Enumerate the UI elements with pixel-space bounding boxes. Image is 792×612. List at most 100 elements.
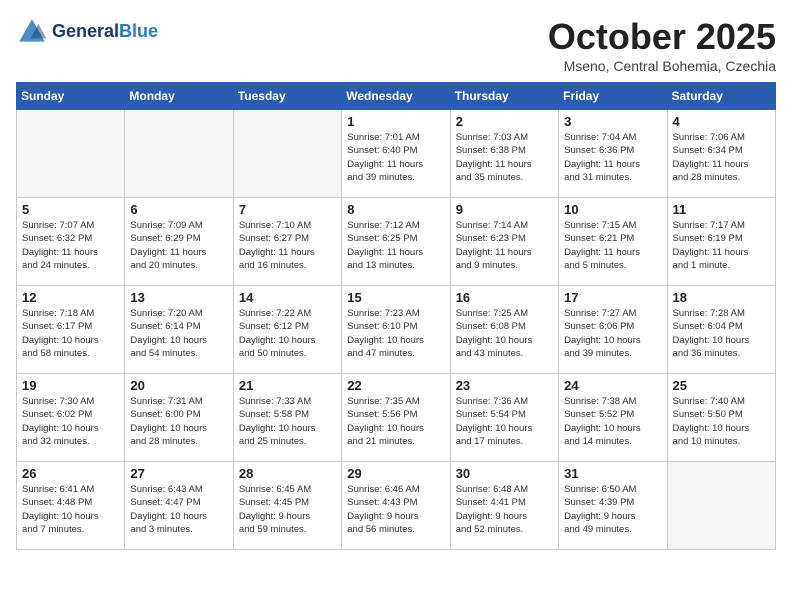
- day-number: 4: [673, 114, 770, 129]
- day-number: 21: [239, 378, 336, 393]
- col-header-friday: Friday: [559, 83, 667, 110]
- day-number: 18: [673, 290, 770, 305]
- day-number: 9: [456, 202, 553, 217]
- calendar-cell: 23 Sunrise: 7:36 AM Sunset: 5:54 PM Dayli…: [450, 374, 558, 462]
- calendar-cell: 13 Sunrise: 7:20 AM Sunset: 6:14 PM Dayli…: [125, 286, 233, 374]
- cell-info: Sunrise: 6:45 AM Sunset: 4:45 PM Dayligh…: [239, 483, 336, 536]
- calendar-cell: 21 Sunrise: 7:33 AM Sunset: 5:58 PM Dayli…: [233, 374, 341, 462]
- cell-info: Sunrise: 7:33 AM Sunset: 5:58 PM Dayligh…: [239, 395, 336, 448]
- logo: GeneralBlue: [16, 16, 158, 48]
- calendar-cell: 15 Sunrise: 7:23 AM Sunset: 6:10 PM Dayli…: [342, 286, 450, 374]
- calendar-week-row: 26 Sunrise: 6:41 AM Sunset: 4:48 PM Dayli…: [17, 462, 776, 550]
- cell-info: Sunrise: 7:27 AM Sunset: 6:06 PM Dayligh…: [564, 307, 661, 360]
- cell-info: Sunrise: 6:41 AM Sunset: 4:48 PM Dayligh…: [22, 483, 119, 536]
- cell-info: Sunrise: 7:01 AM Sunset: 6:40 PM Dayligh…: [347, 131, 444, 184]
- cell-info: Sunrise: 7:03 AM Sunset: 6:38 PM Dayligh…: [456, 131, 553, 184]
- calendar-cell: 26 Sunrise: 6:41 AM Sunset: 4:48 PM Dayli…: [17, 462, 125, 550]
- cell-info: Sunrise: 7:14 AM Sunset: 6:23 PM Dayligh…: [456, 219, 553, 272]
- day-number: 16: [456, 290, 553, 305]
- col-header-tuesday: Tuesday: [233, 83, 341, 110]
- day-number: 1: [347, 114, 444, 129]
- calendar-cell: 20Sunrise: 7:31 AM Sunset: 6:00 PM Dayli…: [125, 374, 233, 462]
- day-number: 6: [130, 202, 227, 217]
- calendar-cell: [125, 110, 233, 198]
- calendar-cell: 24 Sunrise: 7:38 AM Sunset: 5:52 PM Dayli…: [559, 374, 667, 462]
- cell-info: Sunrise: 7:35 AM Sunset: 5:56 PM Dayligh…: [347, 395, 444, 448]
- col-header-monday: Monday: [125, 83, 233, 110]
- day-number: 3: [564, 114, 661, 129]
- cell-info: Sunrise: 7:04 AM Sunset: 6:36 PM Dayligh…: [564, 131, 661, 184]
- day-number: 13: [130, 290, 227, 305]
- page-header: GeneralBlue October 2025 Mseno, Central …: [16, 16, 776, 74]
- cell-info: Sunrise: 7:23 AM Sunset: 6:10 PM Dayligh…: [347, 307, 444, 360]
- cell-info: Sunrise: 6:50 AM Sunset: 4:39 PM Dayligh…: [564, 483, 661, 536]
- cell-info: Sunrise: 7:28 AM Sunset: 6:04 PM Dayligh…: [673, 307, 770, 360]
- day-number: 27: [130, 466, 227, 481]
- cell-info: Sunrise: 7:15 AM Sunset: 6:21 PM Dayligh…: [564, 219, 661, 272]
- day-number: 23: [456, 378, 553, 393]
- cell-info: Sunrise: 7:20 AM Sunset: 6:14 PM Dayligh…: [130, 307, 227, 360]
- calendar-week-row: 19 Sunrise: 7:30 AM Sunset: 6:02 PM Dayli…: [17, 374, 776, 462]
- day-number: 5: [22, 202, 119, 217]
- day-number: 30: [456, 466, 553, 481]
- calendar-cell: 9 Sunrise: 7:14 AM Sunset: 6:23 PM Daylig…: [450, 198, 558, 286]
- calendar-cell: 29Sunrise: 6:46 AM Sunset: 4:43 PM Dayli…: [342, 462, 450, 550]
- day-number: 19: [22, 378, 119, 393]
- col-header-thursday: Thursday: [450, 83, 558, 110]
- col-header-wednesday: Wednesday: [342, 83, 450, 110]
- day-number: 17: [564, 290, 661, 305]
- cell-info: Sunrise: 6:46 AM Sunset: 4:43 PM Dayligh…: [347, 483, 444, 536]
- calendar-cell: 3 Sunrise: 7:04 AM Sunset: 6:36 PM Daylig…: [559, 110, 667, 198]
- cell-info: Sunrise: 7:09 AM Sunset: 6:29 PM Dayligh…: [130, 219, 227, 272]
- day-number: 10: [564, 202, 661, 217]
- day-number: 15: [347, 290, 444, 305]
- day-number: 14: [239, 290, 336, 305]
- calendar-week-row: 12 Sunrise: 7:18 AM Sunset: 6:17 PM Dayli…: [17, 286, 776, 374]
- cell-info: Sunrise: 7:30 AM Sunset: 6:02 PM Dayligh…: [22, 395, 119, 448]
- calendar-cell: 28 Sunrise: 6:45 AM Sunset: 4:45 PM Dayli…: [233, 462, 341, 550]
- cell-info: Sunrise: 7:38 AM Sunset: 5:52 PM Dayligh…: [564, 395, 661, 448]
- calendar-cell: 30 Sunrise: 6:48 AM Sunset: 4:41 PM Dayli…: [450, 462, 558, 550]
- calendar-cell: 22Sunrise: 7:35 AM Sunset: 5:56 PM Dayli…: [342, 374, 450, 462]
- calendar-cell: 5Sunrise: 7:07 AM Sunset: 6:32 PM Daylig…: [17, 198, 125, 286]
- cell-info: Sunrise: 7:31 AM Sunset: 6:00 PM Dayligh…: [130, 395, 227, 448]
- calendar-cell: 31 Sunrise: 6:50 AM Sunset: 4:39 PM Dayli…: [559, 462, 667, 550]
- calendar-cell: [233, 110, 341, 198]
- cell-info: Sunrise: 6:43 AM Sunset: 4:47 PM Dayligh…: [130, 483, 227, 536]
- day-number: 7: [239, 202, 336, 217]
- cell-info: Sunrise: 7:18 AM Sunset: 6:17 PM Dayligh…: [22, 307, 119, 360]
- calendar-cell: 8Sunrise: 7:12 AM Sunset: 6:25 PM Daylig…: [342, 198, 450, 286]
- calendar-cell: 18 Sunrise: 7:28 AM Sunset: 6:04 PM Dayli…: [667, 286, 775, 374]
- calendar-week-row: 5Sunrise: 7:07 AM Sunset: 6:32 PM Daylig…: [17, 198, 776, 286]
- calendar-table: SundayMondayTuesdayWednesdayThursdayFrid…: [16, 82, 776, 550]
- day-number: 8: [347, 202, 444, 217]
- calendar-cell: 14 Sunrise: 7:22 AM Sunset: 6:12 PM Dayli…: [233, 286, 341, 374]
- cell-info: Sunrise: 7:10 AM Sunset: 6:27 PM Dayligh…: [239, 219, 336, 272]
- day-number: 28: [239, 466, 336, 481]
- calendar-cell: 4Sunrise: 7:06 AM Sunset: 6:34 PM Daylig…: [667, 110, 775, 198]
- cell-info: Sunrise: 7:40 AM Sunset: 5:50 PM Dayligh…: [673, 395, 770, 448]
- calendar-cell: [17, 110, 125, 198]
- cell-info: Sunrise: 7:22 AM Sunset: 6:12 PM Dayligh…: [239, 307, 336, 360]
- location: Mseno, Central Bohemia, Czechia: [548, 58, 776, 74]
- calendar-cell: 27 Sunrise: 6:43 AM Sunset: 4:47 PM Dayli…: [125, 462, 233, 550]
- calendar-cell: 1 Sunrise: 7:01 AM Sunset: 6:40 PM Daylig…: [342, 110, 450, 198]
- calendar-header-row: SundayMondayTuesdayWednesdayThursdayFrid…: [17, 83, 776, 110]
- cell-info: Sunrise: 7:36 AM Sunset: 5:54 PM Dayligh…: [456, 395, 553, 448]
- day-number: 26: [22, 466, 119, 481]
- cell-info: Sunrise: 7:17 AM Sunset: 6:19 PM Dayligh…: [673, 219, 770, 272]
- logo-text: GeneralBlue: [52, 22, 158, 42]
- calendar-cell: 7 Sunrise: 7:10 AM Sunset: 6:27 PM Daylig…: [233, 198, 341, 286]
- month-title: October 2025: [548, 16, 776, 58]
- calendar-cell: 6 Sunrise: 7:09 AM Sunset: 6:29 PM Daylig…: [125, 198, 233, 286]
- calendar-cell: 17 Sunrise: 7:27 AM Sunset: 6:06 PM Dayli…: [559, 286, 667, 374]
- logo-icon: [16, 16, 48, 48]
- title-block: October 2025 Mseno, Central Bohemia, Cze…: [548, 16, 776, 74]
- calendar-cell: 12 Sunrise: 7:18 AM Sunset: 6:17 PM Dayli…: [17, 286, 125, 374]
- day-number: 24: [564, 378, 661, 393]
- cell-info: Sunrise: 6:48 AM Sunset: 4:41 PM Dayligh…: [456, 483, 553, 536]
- day-number: 11: [673, 202, 770, 217]
- calendar-cell: 10 Sunrise: 7:15 AM Sunset: 6:21 PM Dayli…: [559, 198, 667, 286]
- day-number: 12: [22, 290, 119, 305]
- day-number: 31: [564, 466, 661, 481]
